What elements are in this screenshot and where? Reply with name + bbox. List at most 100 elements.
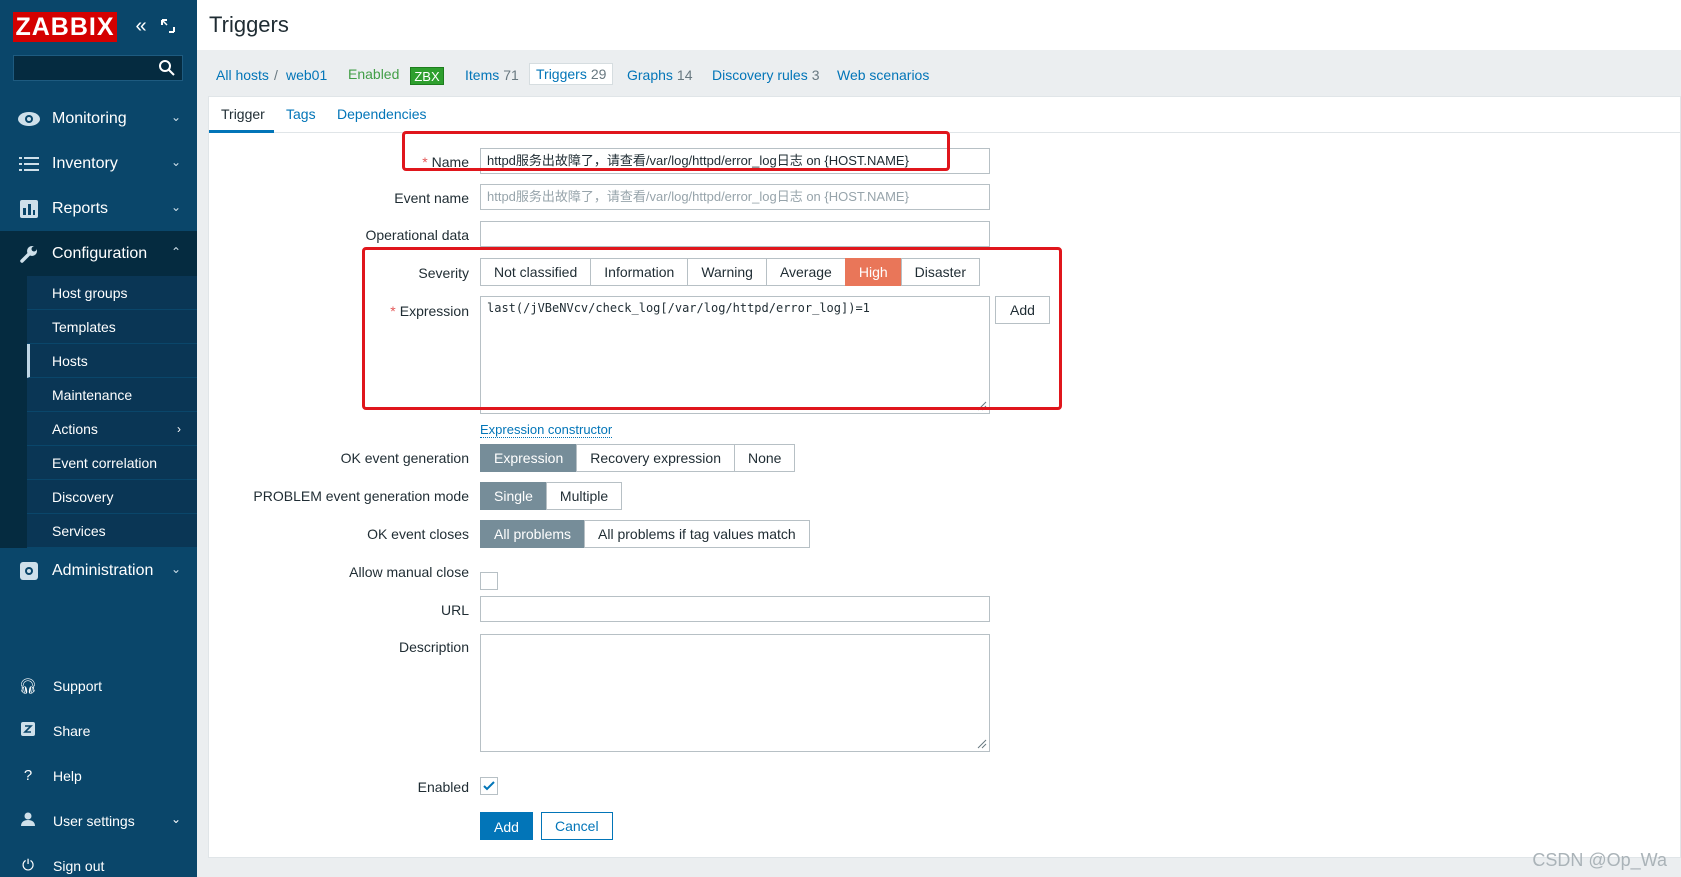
- sidebar-item-discovery[interactable]: Discovery: [27, 480, 197, 514]
- nav-triggers[interactable]: Triggers 29: [529, 63, 614, 85]
- sidebar-item-host-groups[interactable]: Host groups: [27, 276, 197, 310]
- tab-dependencies[interactable]: Dependencies: [337, 106, 427, 122]
- menu-support-label: Support: [53, 677, 103, 694]
- ok-closes-all-problems[interactable]: All problems: [480, 520, 586, 548]
- menu-monitoring[interactable]: Monitoring ⌄: [0, 96, 197, 141]
- add-button[interactable]: Add: [480, 812, 533, 840]
- chevron-down-icon: ⌄: [170, 562, 181, 576]
- event-name-input[interactable]: httpd服务出故障了，请查看/var/log/httpd/error_log日…: [480, 184, 990, 210]
- search-icon[interactable]: [158, 59, 176, 77]
- zabbix-logo[interactable]: ZABBIX: [13, 12, 117, 42]
- operational-data-label: Operational data: [365, 227, 469, 243]
- wrench-icon: [14, 244, 44, 264]
- ok-gen-none[interactable]: None: [734, 444, 796, 472]
- menu-help[interactable]: ? Help: [0, 753, 197, 798]
- header: Triggers: [197, 0, 1681, 50]
- sidebar-item-hosts[interactable]: Hosts: [27, 344, 197, 378]
- chevron-down-icon: ⌄: [170, 200, 181, 214]
- problem-mode-single[interactable]: Single: [480, 482, 547, 510]
- list-icon: [14, 154, 44, 174]
- menu-administration[interactable]: Administration ⌄: [0, 548, 197, 593]
- nav-items[interactable]: Items 71: [465, 67, 519, 83]
- menu-share[interactable]: Share: [0, 708, 197, 753]
- tab-trigger[interactable]: Trigger: [221, 106, 265, 122]
- menu-share-label: Share: [53, 722, 91, 739]
- allow-manual-close-label: Allow manual close: [349, 564, 469, 580]
- ok-gen-recovery-expression[interactable]: Recovery expression: [576, 444, 735, 472]
- sidebar-item-services[interactable]: Services: [27, 514, 197, 548]
- watermark: CSDN @Op_Wa: [1532, 850, 1667, 870]
- expression-constructor-link[interactable]: Expression constructor: [480, 422, 613, 438]
- sidebar-item-actions[interactable]: Actions ›: [27, 412, 197, 446]
- configuration-submenu: Host groups Templates Hosts Maintenance …: [0, 276, 197, 548]
- ok-closes-tag-match[interactable]: All problems if tag values match: [584, 520, 810, 548]
- eye-icon: [14, 109, 44, 129]
- menu-administration-label: Administration: [52, 561, 154, 579]
- resize-handle-icon[interactable]: [977, 739, 987, 749]
- menu-configuration[interactable]: Configuration ⌃: [0, 231, 197, 276]
- url-input[interactable]: [480, 596, 990, 622]
- sidebar-item-event-correlation[interactable]: Event correlation: [27, 446, 197, 480]
- ok-event-generation-label: OK event generation: [340, 450, 469, 466]
- menu-monitoring-label: Monitoring: [52, 109, 127, 127]
- menu-sign-out[interactable]: ⏻ Sign out: [0, 843, 197, 877]
- operational-data-input[interactable]: [480, 221, 990, 247]
- host-navigation: All hosts / web01 Enabled ZBX Items 71 Tr…: [197, 50, 1681, 96]
- ok-event-closes-label: OK event closes: [367, 526, 469, 542]
- main-menu: Monitoring ⌄ Inventory ⌄ Reports ⌄ Confi…: [0, 96, 197, 593]
- nav-items-count: 71: [503, 67, 519, 83]
- nav-graphs[interactable]: Graphs 14: [627, 67, 693, 83]
- gear-icon: [14, 561, 44, 581]
- sidebar-item-templates[interactable]: Templates: [27, 310, 197, 344]
- menu-user-settings[interactable]: User settings ⌄: [0, 798, 197, 843]
- sidebar-item-actions-label: Actions: [52, 421, 98, 437]
- ok-event-closes-selector: All problems All problems if tag values …: [480, 520, 810, 548]
- allow-manual-close-checkbox[interactable]: [480, 572, 498, 590]
- ok-gen-expression[interactable]: Expression: [480, 444, 578, 472]
- chevron-down-icon: ⌄: [170, 155, 181, 169]
- checkmark-icon: [483, 781, 495, 791]
- breadcrumb-host[interactable]: web01: [286, 67, 327, 83]
- sidebar-search-input[interactable]: [13, 55, 183, 81]
- nav-items-label: Items: [465, 67, 500, 83]
- event-name-label: Event name: [394, 190, 469, 206]
- zbx-availability-badge: ZBX: [410, 67, 444, 85]
- menu-support[interactable]: 🎧︎ Support: [0, 663, 197, 708]
- highlight-box-name: [402, 131, 950, 171]
- nav-web-scenarios[interactable]: Web scenarios: [837, 67, 929, 83]
- trigger-form-panel: Trigger Tags Dependencies * Name httpd服务出…: [208, 96, 1681, 858]
- menu-inventory[interactable]: Inventory ⌄: [0, 141, 197, 186]
- tab-tags[interactable]: Tags: [286, 106, 316, 122]
- form-tabs: Trigger Tags Dependencies: [209, 97, 1680, 133]
- help-icon: ?: [23, 767, 33, 784]
- collapse-sidebar-icon[interactable]: «: [130, 14, 152, 38]
- menu-user-settings-label: User settings: [53, 812, 135, 829]
- problem-mode-selector: Single Multiple: [480, 482, 623, 510]
- menu-reports[interactable]: Reports ⌄: [0, 186, 197, 231]
- kiosk-mode-icon[interactable]: [157, 14, 179, 38]
- problem-mode-multiple[interactable]: Multiple: [545, 482, 623, 510]
- page-title: Triggers: [209, 12, 289, 37]
- menu-reports-label: Reports: [52, 199, 109, 217]
- description-label: Description: [398, 639, 469, 655]
- cancel-button[interactable]: Cancel: [541, 812, 613, 840]
- chevron-up-icon: ⌃: [170, 245, 181, 259]
- sidebar: ZABBIX « Monitoring ⌄ Inventory ⌄ Report…: [0, 0, 197, 877]
- power-icon: ⏻: [22, 857, 34, 874]
- nav-triggers-count: 29: [590, 66, 607, 82]
- share-icon: [17, 721, 39, 740]
- nav-graphs-label: Graphs: [627, 67, 673, 83]
- user-icon: [17, 812, 39, 830]
- sidebar-item-maintenance[interactable]: Maintenance: [27, 378, 197, 412]
- active-tab-indicator: [209, 130, 274, 133]
- menu-inventory-label: Inventory: [52, 154, 118, 172]
- nav-discovery-rules[interactable]: Discovery rules 3: [712, 67, 820, 83]
- menu-help-label: Help: [53, 767, 82, 784]
- host-status[interactable]: Enabled: [348, 66, 399, 82]
- breadcrumb-all-hosts[interactable]: All hosts: [216, 67, 269, 83]
- menu-sign-out-label: Sign out: [53, 857, 105, 874]
- nav-graphs-count: 14: [676, 67, 693, 83]
- description-textarea[interactable]: [480, 634, 990, 752]
- bar-chart-icon: [14, 199, 44, 219]
- enabled-checkbox[interactable]: [480, 777, 498, 795]
